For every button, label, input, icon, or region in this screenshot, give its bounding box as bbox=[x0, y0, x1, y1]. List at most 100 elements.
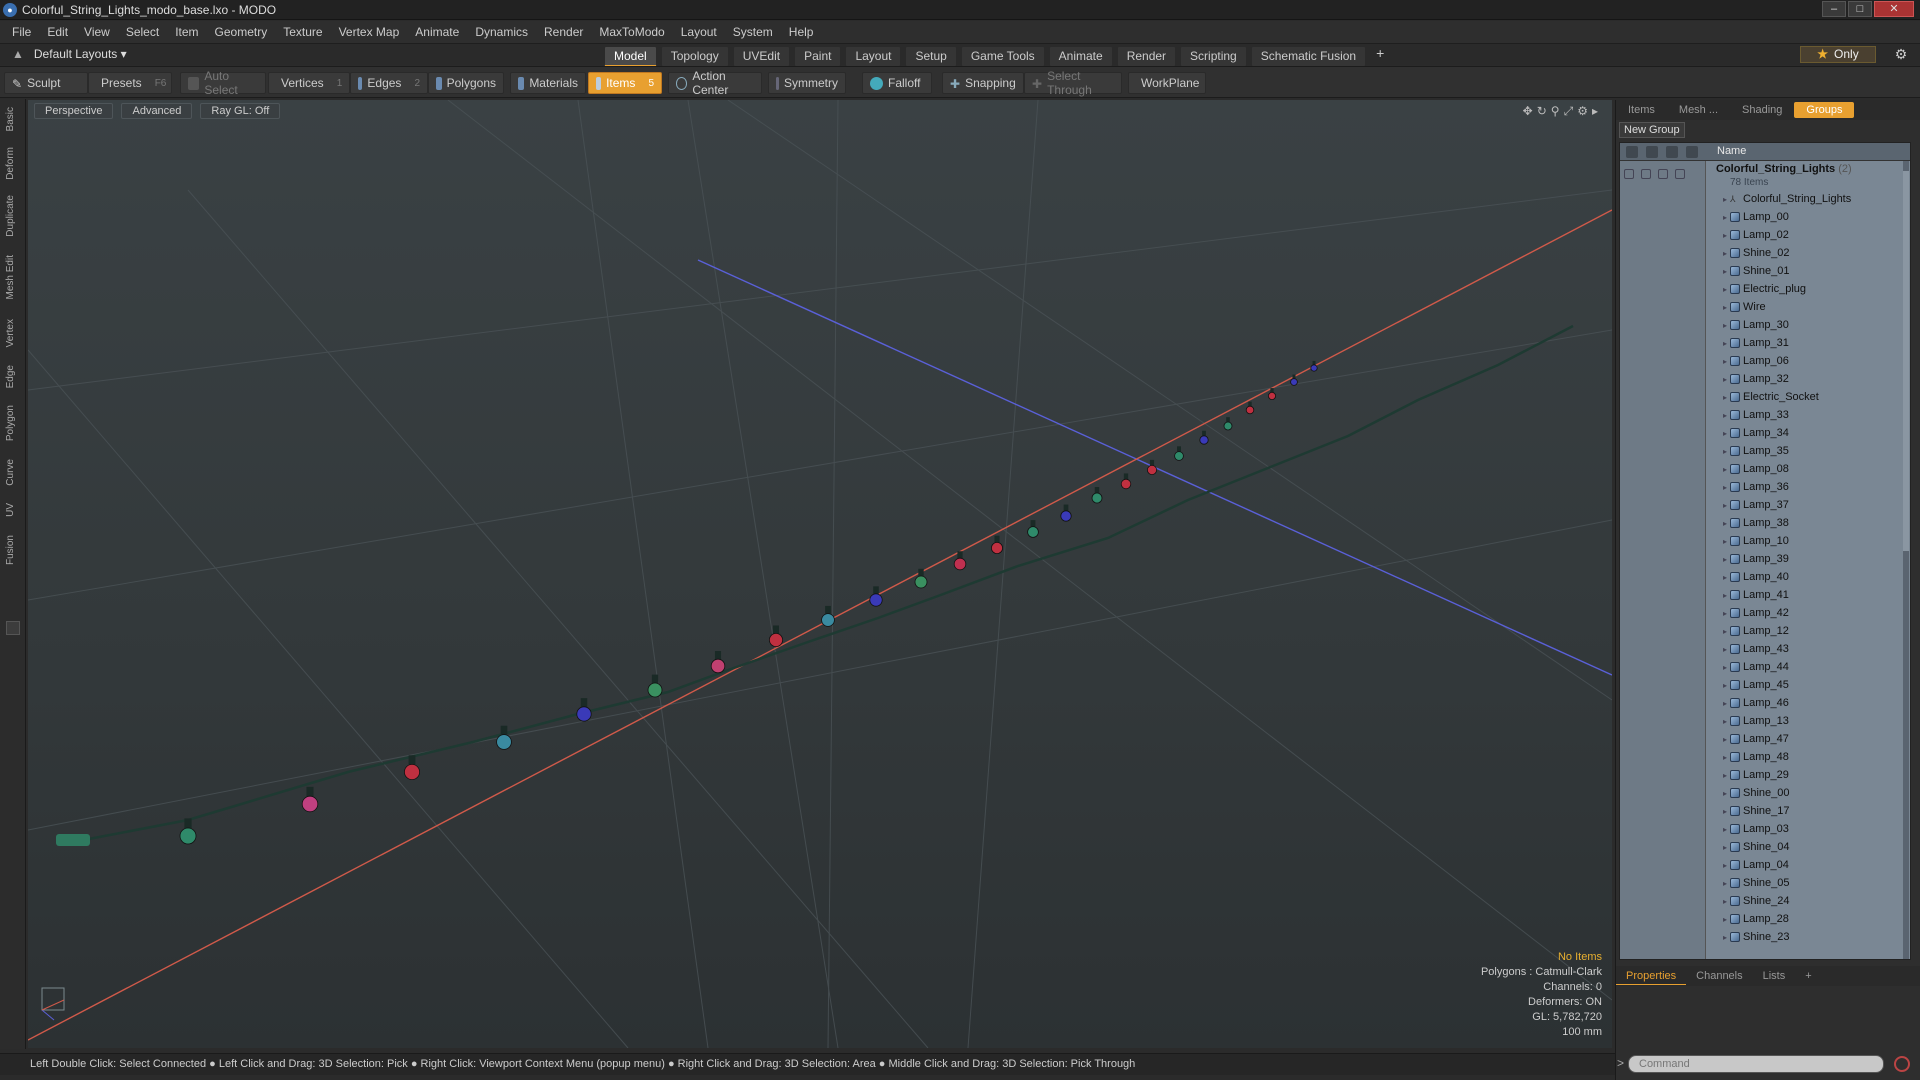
tab-groups[interactable]: Groups bbox=[1794, 102, 1855, 118]
tab-edge[interactable]: Edge bbox=[5, 365, 19, 388]
list-item[interactable]: ▸ Lamp_40 bbox=[1723, 568, 1789, 586]
raygl-toggle[interactable]: Ray GL: Off bbox=[200, 103, 281, 119]
expand-icon[interactable]: ▸ bbox=[1723, 663, 1727, 672]
list-item[interactable]: ▸ Lamp_06 bbox=[1723, 352, 1789, 370]
action-center-button[interactable]: Action Center bbox=[668, 69, 762, 97]
list-item[interactable]: ▸ Shine_04 bbox=[1723, 838, 1790, 856]
maximize-icon[interactable]: □ bbox=[1848, 1, 1872, 17]
menu-item[interactable]: Item bbox=[167, 25, 206, 39]
list-item[interactable]: ▸ Lamp_02 bbox=[1723, 226, 1789, 244]
expand-icon[interactable]: ▸ bbox=[1723, 645, 1727, 654]
tab-topology[interactable]: Topology bbox=[660, 46, 729, 67]
menu-geometry[interactable]: Geometry bbox=[207, 25, 276, 39]
list-item[interactable]: ▸ Lamp_38 bbox=[1723, 514, 1789, 532]
expand-icon[interactable]: ▸ bbox=[1723, 483, 1727, 492]
expand-icon[interactable]: ▸ bbox=[1723, 195, 1727, 204]
tab-polygon[interactable]: Polygon bbox=[5, 405, 19, 441]
expand-icon[interactable]: ▸ bbox=[1723, 591, 1727, 600]
items-button[interactable]: Items 5 bbox=[588, 72, 662, 94]
minimize-icon[interactable]: – bbox=[1822, 1, 1846, 17]
tab-mesh[interactable]: Mesh ... bbox=[1667, 102, 1730, 118]
expand-icon[interactable]: ▸ bbox=[1723, 789, 1727, 798]
expand-icon[interactable]: ▸ bbox=[1723, 681, 1727, 690]
presets-button[interactable]: Presets F6 bbox=[88, 72, 172, 94]
default-layouts-dropdown[interactable]: ▲ Default Layouts ▾ bbox=[12, 47, 127, 61]
rotate-icon[interactable]: ↻ bbox=[1537, 104, 1547, 119]
tab-schematic-fusion[interactable]: Schematic Fusion bbox=[1250, 46, 1367, 67]
tab-shading[interactable]: Shading bbox=[1730, 102, 1794, 118]
tab-duplicate[interactable]: Duplicate bbox=[5, 195, 19, 237]
render-column-icon[interactable] bbox=[1646, 146, 1658, 158]
menu-layout[interactable]: Layout bbox=[673, 25, 725, 39]
expand-icon[interactable]: ▸ bbox=[1723, 555, 1727, 564]
list-item[interactable]: ▸ Lamp_10 bbox=[1723, 532, 1789, 550]
list-item[interactable]: ▸ Lamp_12 bbox=[1723, 622, 1789, 640]
list-item[interactable]: ▸ Lamp_31 bbox=[1723, 334, 1789, 352]
expand-icon[interactable]: ▸ bbox=[1723, 735, 1727, 744]
menu-maxtomodo[interactable]: MaxToModo bbox=[591, 25, 672, 39]
tab-setup[interactable]: Setup bbox=[905, 46, 957, 67]
polygons-button[interactable]: Polygons bbox=[428, 72, 504, 94]
expand-icon[interactable]: ▸ bbox=[1723, 843, 1727, 852]
list-item[interactable]: ▸ Lamp_28 bbox=[1723, 910, 1789, 928]
list-item[interactable]: ▸ Lamp_30 bbox=[1723, 316, 1789, 334]
tab-vertex[interactable]: Vertex bbox=[5, 319, 19, 347]
menu-view[interactable]: View bbox=[76, 25, 118, 39]
tab-game-tools[interactable]: Game Tools bbox=[960, 46, 1045, 67]
list-item[interactable]: ▸ Lamp_33 bbox=[1723, 406, 1789, 424]
add-panel-tab-button[interactable]: + bbox=[1795, 968, 1821, 984]
menu-help[interactable]: Help bbox=[781, 25, 822, 39]
list-item[interactable]: ▸ Shine_01 bbox=[1723, 262, 1790, 280]
gear-icon[interactable]: ⚙ bbox=[1892, 46, 1910, 64]
expand-icon[interactable]: ▸ bbox=[1723, 897, 1727, 906]
expand-icon[interactable]: ▸ bbox=[1723, 699, 1727, 708]
menu-vertex-map[interactable]: Vertex Map bbox=[331, 25, 408, 39]
view-mode-dropdown[interactable]: Perspective bbox=[34, 103, 114, 119]
list-item[interactable]: ▸ Shine_02 bbox=[1723, 244, 1790, 262]
menu-edit[interactable]: Edit bbox=[39, 25, 76, 39]
expand-icon[interactable]: ▸ bbox=[1723, 717, 1727, 726]
list-item[interactable]: ▸ Lamp_41 bbox=[1723, 586, 1789, 604]
command-history-icon[interactable] bbox=[1894, 1056, 1910, 1072]
visibility-column-icon[interactable] bbox=[1626, 146, 1638, 158]
3d-viewport[interactable]: Perspective Advanced Ray GL: Off ✥ ↻ ⚲ ⤢… bbox=[28, 100, 1612, 1048]
expand-icon[interactable]: ▸ bbox=[1723, 501, 1727, 510]
list-item[interactable]: ▸ Shine_00 bbox=[1723, 784, 1790, 802]
expand-icon[interactable]: ▸ bbox=[1723, 825, 1727, 834]
pan-icon[interactable]: ✥ bbox=[1523, 104, 1533, 119]
expand-icon[interactable]: ▸ bbox=[1723, 609, 1727, 618]
expand-icon[interactable]: ▸ bbox=[1723, 321, 1727, 330]
tab-model[interactable]: Model bbox=[604, 46, 657, 67]
list-item[interactable]: ▸ Wire bbox=[1723, 298, 1766, 316]
list-scrollbar[interactable] bbox=[1903, 161, 1909, 959]
expand-icon[interactable]: ▸ bbox=[1723, 249, 1727, 258]
tab-items[interactable]: Items bbox=[1616, 102, 1667, 118]
tab-properties[interactable]: Properties bbox=[1616, 968, 1687, 985]
expand-icon[interactable]: ▸ bbox=[1723, 807, 1727, 816]
tab-uvedit[interactable]: UVEdit bbox=[732, 46, 791, 67]
menu-dynamics[interactable]: Dynamics bbox=[467, 25, 536, 39]
list-item[interactable]: ▸ Shine_24 bbox=[1723, 892, 1790, 910]
expand-icon[interactable]: ▸ bbox=[1723, 393, 1727, 402]
expand-icon[interactable]: ▸ bbox=[1723, 465, 1727, 474]
tab-curve[interactable]: Curve bbox=[5, 459, 19, 486]
tab-channels[interactable]: Channels bbox=[1686, 968, 1752, 984]
snapping-button[interactable]: ✚ Snapping bbox=[942, 72, 1024, 94]
list-item[interactable]: ▸ Lamp_48 bbox=[1723, 748, 1789, 766]
expand-icon[interactable]: ▸ bbox=[1723, 447, 1727, 456]
expand-icon[interactable]: ▸ bbox=[1723, 771, 1727, 780]
select-through-button[interactable]: ✚ Select Through bbox=[1024, 69, 1122, 97]
list-item[interactable]: ▸ Shine_05 bbox=[1723, 874, 1790, 892]
vertices-button[interactable]: Vertices 1 bbox=[268, 72, 350, 94]
viewport-menu-icon[interactable]: ▸ bbox=[1592, 104, 1598, 119]
new-group-button[interactable]: New Group bbox=[1619, 122, 1685, 138]
list-item[interactable]: ▸ Lamp_08 bbox=[1723, 460, 1789, 478]
shading-dropdown[interactable]: Advanced bbox=[121, 103, 193, 119]
add-tab-button[interactable]: + bbox=[1370, 46, 1390, 67]
expand-icon[interactable]: ▸ bbox=[1723, 231, 1727, 240]
list-item[interactable]: ▸ ⅄ Colorful_String_Lights bbox=[1723, 190, 1851, 208]
expand-icon[interactable]: ▸ bbox=[1723, 411, 1727, 420]
tab-deform[interactable]: Deform bbox=[5, 147, 19, 180]
auto-select-button[interactable]: Auto Select bbox=[180, 69, 266, 97]
symmetry-button[interactable]: Symmetry bbox=[768, 72, 846, 94]
